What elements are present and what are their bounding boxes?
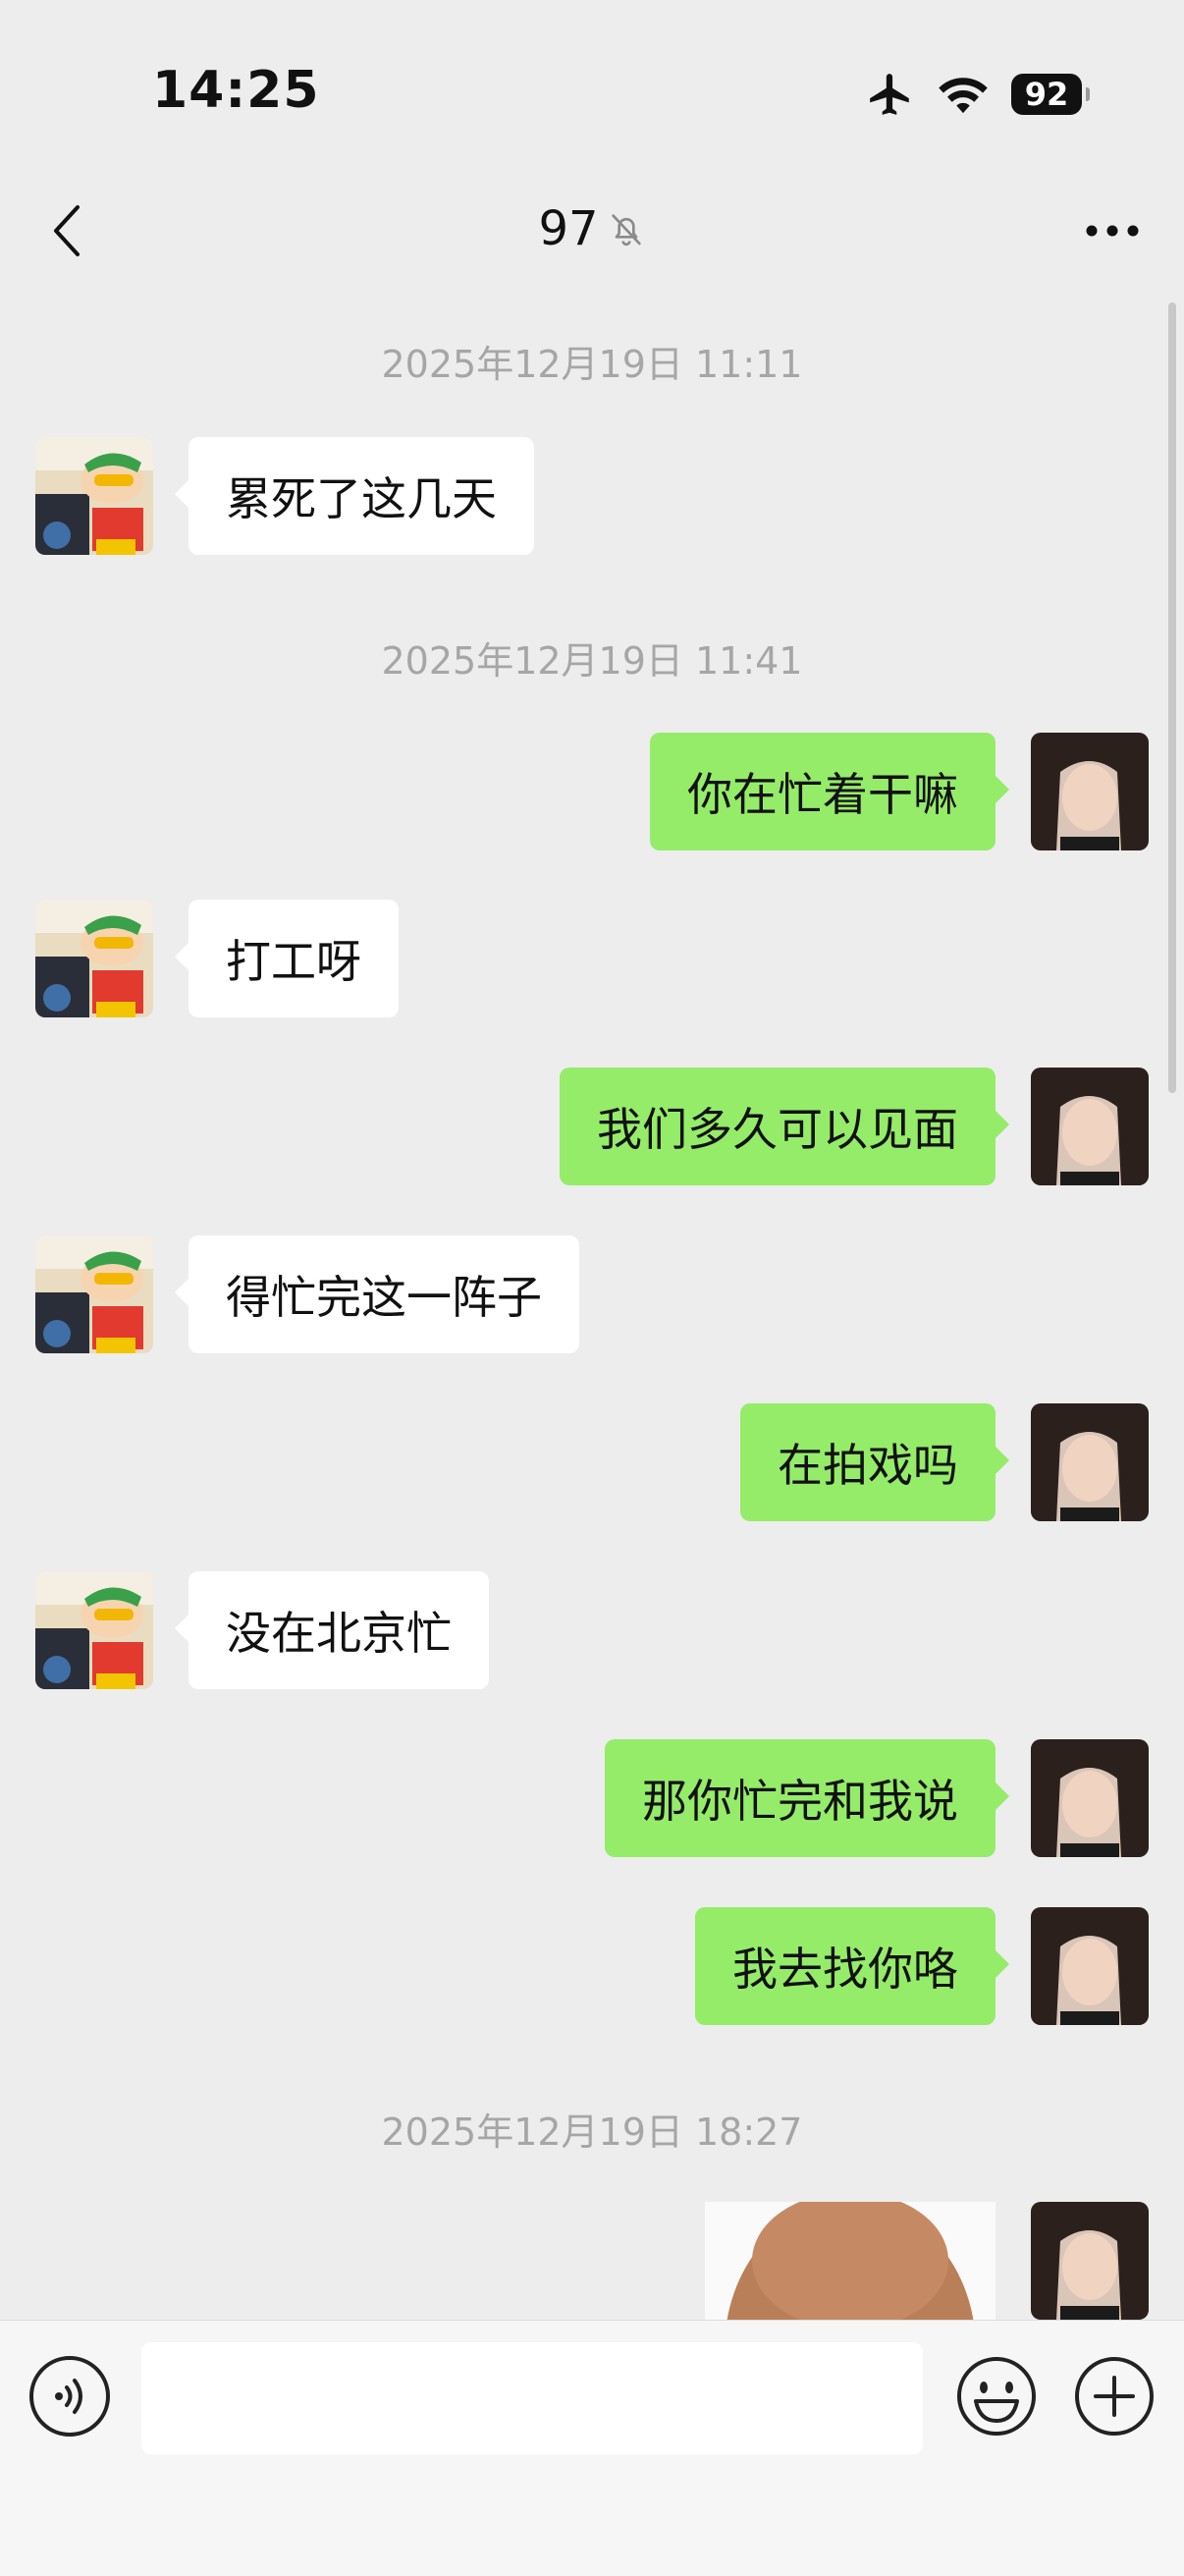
message-text: 我们多久可以见面 (597, 1103, 958, 1156)
battery-level: 92 (1024, 76, 1069, 113)
portrait-avatar-image (1031, 1068, 1149, 1185)
battery-indicator: 92 (1011, 74, 1090, 115)
message-text: 打工呀 (226, 935, 361, 988)
outgoing-image-message[interactable] (705, 2202, 996, 2320)
status-time: 14:25 (152, 61, 320, 120)
outgoing-message[interactable]: 在拍戏吗 (740, 1403, 1009, 1521)
more-functions-button[interactable] (1072, 2354, 1157, 2439)
mute-bell-icon (611, 214, 641, 247)
user-avatar[interactable] (1031, 1403, 1149, 1521)
more-dots-icon (1086, 225, 1139, 237)
cartoon-avatar-image (35, 1571, 153, 1689)
user-avatar[interactable] (1031, 733, 1149, 850)
chat-title: 97 (0, 201, 1184, 256)
voice-icon (55, 2379, 82, 2414)
smiley-icon (957, 2357, 1036, 2436)
voice-input-button[interactable] (29, 2356, 110, 2437)
outgoing-message[interactable]: 我去找你咯 (695, 1907, 1009, 2025)
message-text: 没在北京忙 (226, 1607, 452, 1660)
incoming-message[interactable]: 累死了这几天 (175, 437, 534, 555)
cartoon-avatar-image (35, 1235, 153, 1353)
portrait-avatar-image (1031, 2202, 1149, 2320)
timestamp: 2025年12月19日 11:11 (381, 343, 803, 386)
contact-avatar[interactable] (35, 1235, 153, 1353)
timestamp: 2025年12月19日 11:41 (381, 639, 803, 683)
plus-icon (1075, 2357, 1154, 2436)
timestamp: 2025年12月19日 18:27 (381, 2110, 803, 2154)
user-avatar[interactable] (1031, 1907, 1149, 2025)
portrait-avatar-image (1031, 1739, 1149, 1857)
wifi-icon (939, 78, 988, 114)
outgoing-message[interactable]: 我们多久可以见面 (560, 1068, 1009, 1185)
contact-avatar[interactable] (35, 900, 153, 1017)
message-input[interactable] (141, 2342, 923, 2454)
incoming-message[interactable]: 得忙完这一阵子 (175, 1235, 579, 1353)
message-text: 在拍戏吗 (778, 1439, 958, 1492)
portrait-avatar-image (1031, 733, 1149, 850)
user-avatar[interactable] (1031, 1739, 1149, 1857)
portrait-avatar-image (1031, 1403, 1149, 1521)
outgoing-message[interactable]: 你在忙着干嘛 (650, 733, 1009, 850)
contact-avatar[interactable] (35, 1571, 153, 1689)
cartoon-avatar-image (35, 437, 153, 555)
more-options-button[interactable] (1078, 201, 1147, 260)
input-bar (0, 2320, 1184, 2576)
incoming-message[interactable]: 打工呀 (175, 900, 399, 1017)
portrait-avatar-image (1031, 1907, 1149, 2025)
message-text: 你在忙着干嘛 (687, 768, 958, 821)
emoji-button[interactable] (954, 2354, 1039, 2439)
chat-title-text: 97 (538, 201, 599, 256)
message-text: 那你忙完和我说 (642, 1775, 958, 1828)
cartoon-avatar-image (35, 900, 153, 1017)
contact-avatar[interactable] (35, 437, 153, 555)
user-avatar[interactable] (1031, 2202, 1149, 2320)
status-icons: 92 (866, 67, 1090, 122)
airplane-mode-icon (870, 74, 909, 115)
message-text: 我去找你咯 (732, 1943, 958, 1996)
message-text: 累死了这几天 (226, 472, 497, 525)
user-avatar[interactable] (1031, 1068, 1149, 1185)
photo-thumbnail (705, 2202, 996, 2320)
chat-scrollbar[interactable] (1168, 302, 1176, 1093)
incoming-message[interactable]: 没在北京忙 (175, 1571, 489, 1689)
outgoing-message[interactable]: 那你忙完和我说 (605, 1739, 1009, 1857)
message-text: 得忙完这一阵子 (226, 1271, 542, 1324)
